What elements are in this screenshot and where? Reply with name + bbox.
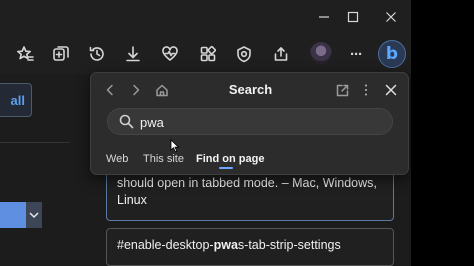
open-external-icon	[336, 84, 348, 96]
panel-options-button[interactable]	[356, 80, 376, 100]
maximize-icon	[347, 11, 359, 23]
mouse-pointer-icon	[170, 139, 180, 158]
history-button[interactable]	[84, 41, 110, 67]
search-icon	[119, 114, 134, 134]
search-input[interactable]	[140, 113, 380, 131]
open-in-new-tab-button[interactable]	[332, 80, 352, 100]
collections-button[interactable]	[48, 41, 74, 67]
performance-button[interactable]	[231, 41, 257, 67]
flag-state-select[interactable]	[0, 202, 42, 228]
history-icon	[89, 46, 104, 61]
share-button[interactable]	[268, 41, 294, 67]
copilot-bing-button[interactable]: b	[378, 40, 406, 68]
flag-name-card[interactable]: #enable-desktop-pwas-tab-strip-settings	[106, 228, 394, 266]
favorites-button[interactable]	[12, 41, 38, 67]
flag-description: should open in tabbed mode. – Mac, Windo…	[117, 176, 377, 207]
close-panel-button[interactable]	[381, 80, 401, 100]
browser-window: ··· b all should open in tabbed mode. – …	[0, 0, 411, 266]
close-window-button[interactable]	[377, 6, 405, 28]
screen: ··· b all should open in tabbed mode. – …	[0, 0, 474, 266]
browser-essentials-icon	[162, 46, 178, 61]
title-bar	[0, 0, 411, 34]
flag-description-card: should open in tabbed mode. – Mac, Windo…	[106, 168, 394, 221]
add-to-collections-icon	[53, 46, 69, 61]
more-menu-icon: ···	[350, 45, 363, 63]
reset-all-label: all	[10, 92, 25, 108]
extensions-button[interactable]	[195, 41, 221, 67]
flag-name-prefix: #enable-desktop-	[117, 238, 214, 252]
screen-background	[411, 0, 474, 266]
downloads-icon	[126, 46, 140, 62]
performance-icon	[237, 46, 251, 63]
downloads-button[interactable]	[120, 41, 146, 67]
tab-web[interactable]: Web	[106, 153, 128, 165]
close-icon	[386, 12, 396, 22]
search-box[interactable]	[107, 108, 393, 135]
flag-name-match: pwa	[213, 238, 238, 252]
maximize-button[interactable]	[339, 6, 367, 28]
share-icon	[274, 47, 288, 61]
close-icon	[385, 84, 397, 96]
active-tab-indicator	[219, 167, 233, 169]
extensions-icon	[200, 45, 217, 62]
more-menu-button[interactable]: ···	[343, 41, 369, 67]
minimize-icon	[319, 16, 329, 18]
profile-avatar[interactable]	[310, 42, 332, 64]
minimize-button[interactable]	[310, 6, 338, 28]
browser-toolbar: ···	[0, 34, 411, 74]
search-panel: Search Web This site Find on page	[90, 72, 409, 175]
divider	[0, 142, 70, 143]
vertical-dots-icon	[365, 84, 367, 96]
flag-name-suffix: s-tab-strip-settings	[237, 238, 341, 252]
tab-find-on-page[interactable]: Find on page	[196, 153, 264, 165]
chevron-down-icon	[26, 202, 42, 228]
browser-essentials-button[interactable]	[157, 41, 183, 67]
copilot-bing-icon: b	[385, 44, 399, 64]
reset-all-button[interactable]: all	[0, 83, 32, 117]
favorites-star-icon	[17, 46, 34, 61]
